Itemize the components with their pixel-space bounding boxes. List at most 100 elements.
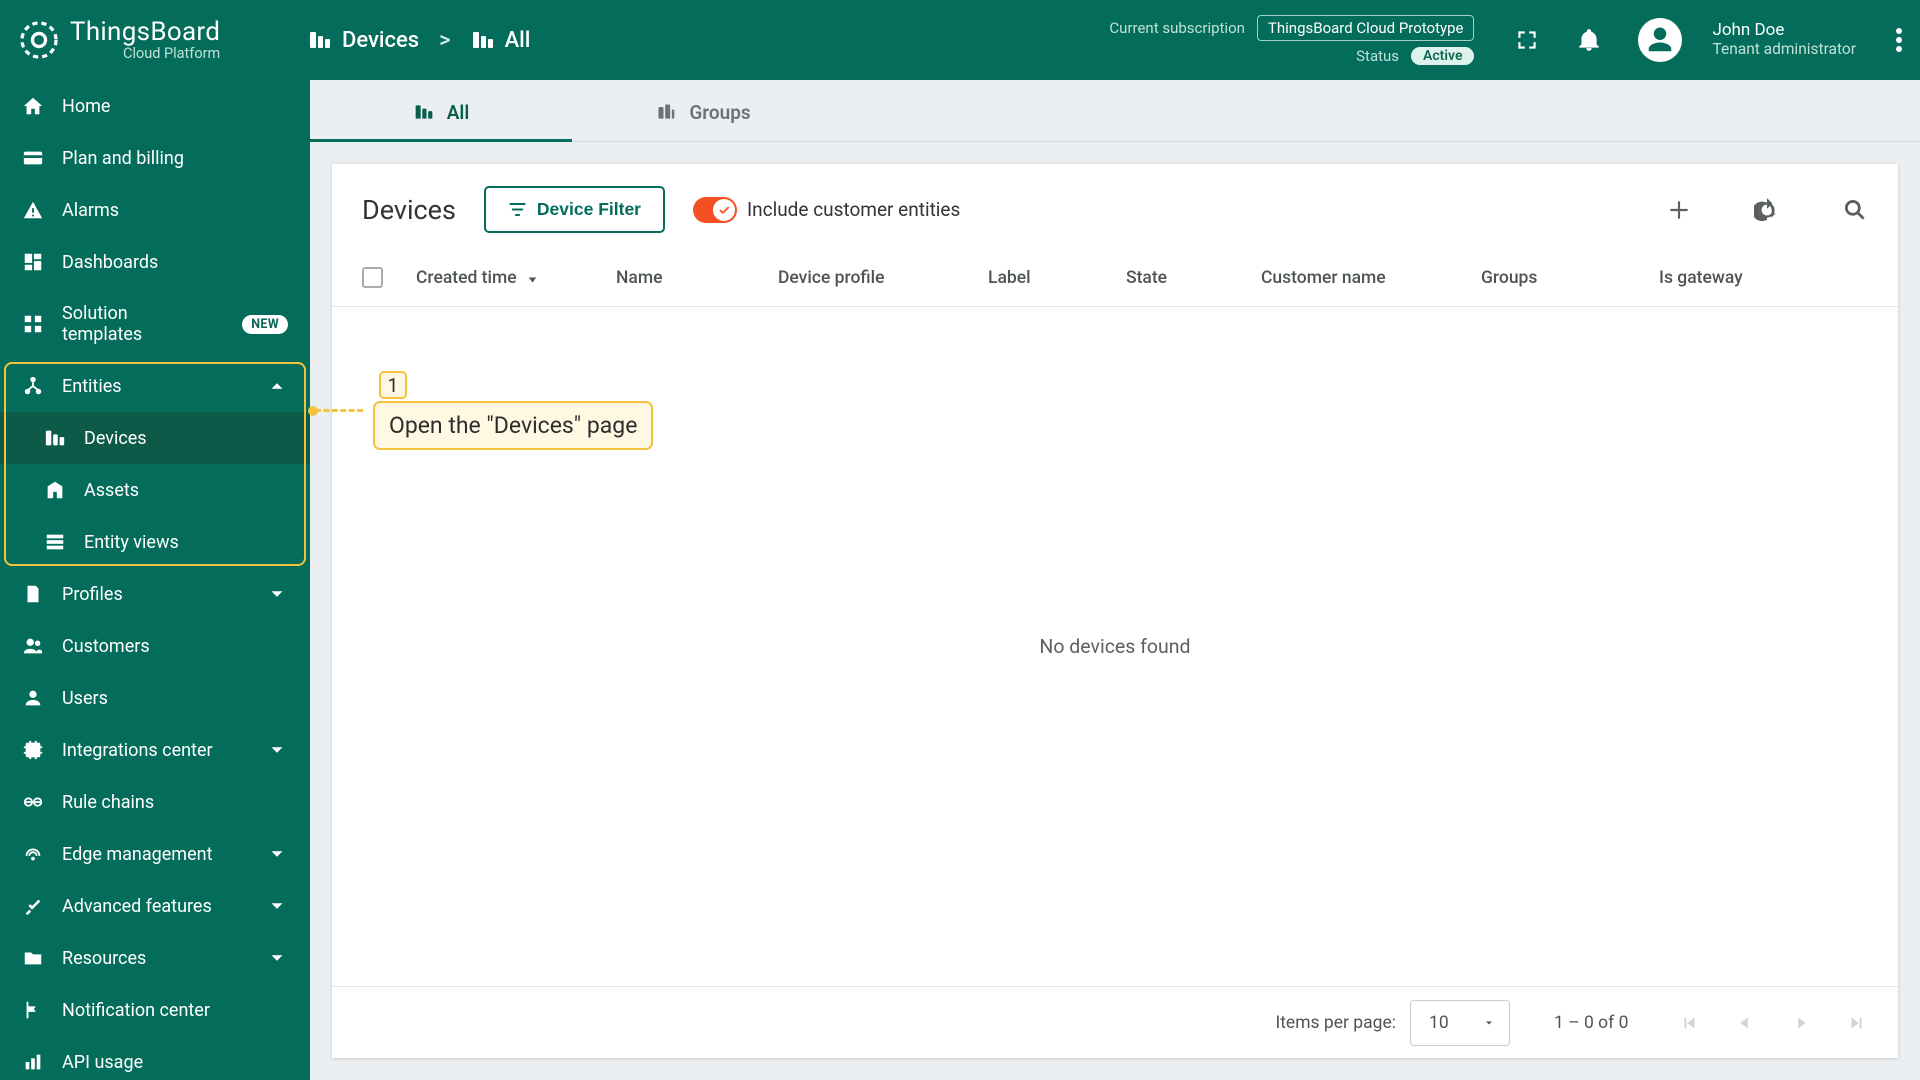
devices-icon: [308, 28, 332, 52]
breadcrumb-devices[interactable]: Devices: [308, 28, 419, 53]
search-icon[interactable]: [1842, 197, 1868, 223]
sort-desc-icon: [525, 270, 540, 285]
chevron-down-icon: [266, 739, 288, 761]
sidebar-item-notifications[interactable]: Notification center: [0, 984, 310, 1036]
breadcrumb-all[interactable]: All: [471, 28, 531, 53]
sidebar-label: Profiles: [62, 584, 123, 605]
grid-icon: [22, 313, 44, 335]
sidebar-item-advanced[interactable]: Advanced features: [0, 880, 310, 932]
brand-subtitle: Cloud Platform: [123, 46, 220, 61]
sidebar-label: Users: [62, 688, 108, 709]
sidebar-label: Entities: [62, 376, 122, 397]
sidebar-label: API usage: [62, 1052, 143, 1073]
col-name[interactable]: Name: [616, 268, 778, 288]
sidebar-item-devices[interactable]: Devices: [0, 412, 310, 464]
tools-icon: [22, 895, 44, 917]
col-label[interactable]: Label: [988, 268, 1126, 288]
user-name: John Doe: [1712, 21, 1856, 41]
card-icon: [22, 147, 44, 169]
sidebar-item-entities[interactable]: Entities: [0, 360, 310, 412]
sidebar-label: Resources: [62, 948, 146, 969]
refresh-icon[interactable]: [1754, 197, 1780, 223]
rulechain-icon: [22, 791, 44, 813]
items-per-page-value: 10: [1429, 1013, 1449, 1033]
sidebar-item-edge[interactable]: Edge management: [0, 828, 310, 880]
sidebar-label: Integrations center: [62, 740, 213, 761]
include-customer-toggle[interactable]: [693, 197, 737, 223]
bell-icon[interactable]: [1576, 27, 1602, 53]
prev-page-icon[interactable]: [1734, 1012, 1756, 1034]
tab-groups-label: Groups: [689, 101, 750, 124]
sidebar-item-dashboards[interactable]: Dashboards: [0, 236, 310, 288]
groups-icon: [655, 102, 677, 122]
edge-icon: [22, 843, 44, 865]
new-badge: NEW: [242, 315, 288, 334]
sidebar-item-billing[interactable]: Plan and billing: [0, 132, 310, 184]
sidebar-label: Dashboards: [62, 252, 158, 273]
items-per-page-label: Items per page:: [1275, 1013, 1396, 1033]
integrations-icon: [22, 739, 44, 761]
chart-icon: [22, 1051, 44, 1073]
next-page-icon[interactable]: [1790, 1012, 1812, 1034]
col-customer[interactable]: Customer name: [1261, 268, 1481, 288]
sidebar-label: Home: [62, 96, 110, 117]
col-profile[interactable]: Device profile: [778, 268, 988, 288]
last-page-icon[interactable]: [1846, 1012, 1868, 1034]
sidebar-item-integrations[interactable]: Integrations center: [0, 724, 310, 776]
filter-btn-label: Device Filter: [537, 199, 641, 220]
table-body: No devices found: [332, 307, 1898, 986]
col-created-time[interactable]: Created time: [416, 268, 616, 288]
sidebar-item-users[interactable]: Users: [0, 672, 310, 724]
sidebar-item-resources[interactable]: Resources: [0, 932, 310, 984]
user-block: John Doe Tenant administrator: [1712, 21, 1856, 58]
sidebar-item-entity-views[interactable]: Entity views: [0, 516, 310, 568]
filter-icon: [508, 200, 527, 219]
sidebar-item-api-usage[interactable]: API usage: [0, 1036, 310, 1080]
logo-block[interactable]: ThingsBoard Cloud Platform: [18, 19, 308, 62]
subscription-value[interactable]: ThingsBoard Cloud Prototype: [1257, 15, 1475, 41]
items-per-page-select[interactable]: 10: [1410, 1000, 1510, 1046]
sidebar-label: Solution templates: [62, 303, 206, 345]
sidebar-label: Devices: [84, 428, 147, 449]
select-all-checkbox[interactable]: [362, 267, 383, 288]
breadcrumb-separator: >: [439, 28, 450, 53]
sidebar-item-alarms[interactable]: Alarms: [0, 184, 310, 236]
home-icon: [22, 95, 44, 117]
pagination-range: 1 – 0 of 0: [1554, 1013, 1634, 1033]
chevron-down-icon: [266, 843, 288, 865]
device-filter-button[interactable]: Device Filter: [484, 186, 665, 233]
toggle-label: Include customer entities: [747, 198, 960, 221]
sidebar-item-profiles[interactable]: Profiles: [0, 568, 310, 620]
flag-icon: [22, 999, 44, 1021]
sidebar-item-home[interactable]: Home: [0, 80, 310, 132]
sidebar: Home Plan and billing Alarms Dashboards …: [0, 80, 310, 1080]
fullscreen-icon[interactable]: [1514, 27, 1540, 53]
avatar[interactable]: [1638, 18, 1682, 62]
sidebar-label: Assets: [84, 480, 139, 501]
tab-groups[interactable]: Groups: [572, 83, 834, 141]
col-gateway[interactable]: Is gateway: [1659, 268, 1789, 288]
breadcrumb-devices-label: Devices: [342, 28, 419, 53]
breadcrumb: Devices > All: [308, 28, 530, 53]
sidebar-item-customers[interactable]: Customers: [0, 620, 310, 672]
alarm-icon: [22, 199, 44, 221]
col-state[interactable]: State: [1126, 268, 1261, 288]
sidebar-item-rule-chains[interactable]: Rule chains: [0, 776, 310, 828]
more-menu-icon[interactable]: [1896, 28, 1902, 52]
sidebar-item-assets[interactable]: Assets: [0, 464, 310, 516]
first-page-icon[interactable]: [1678, 1012, 1700, 1034]
devices-icon: [44, 427, 66, 449]
dashboard-icon: [22, 251, 44, 273]
sidebar-label: Plan and billing: [62, 148, 184, 169]
status-badge: Active: [1411, 47, 1474, 65]
tab-all[interactable]: All: [310, 83, 572, 141]
dropdown-icon: [1483, 1017, 1495, 1029]
views-icon: [44, 531, 66, 553]
brand-name: ThingsBoard: [70, 19, 220, 46]
profile-icon: [22, 583, 44, 605]
col-groups[interactable]: Groups: [1481, 268, 1659, 288]
sidebar-label: Customers: [62, 636, 150, 657]
card-title: Devices: [362, 194, 456, 226]
sidebar-item-solutions[interactable]: Solution templates NEW: [0, 288, 310, 360]
add-icon[interactable]: [1666, 197, 1692, 223]
